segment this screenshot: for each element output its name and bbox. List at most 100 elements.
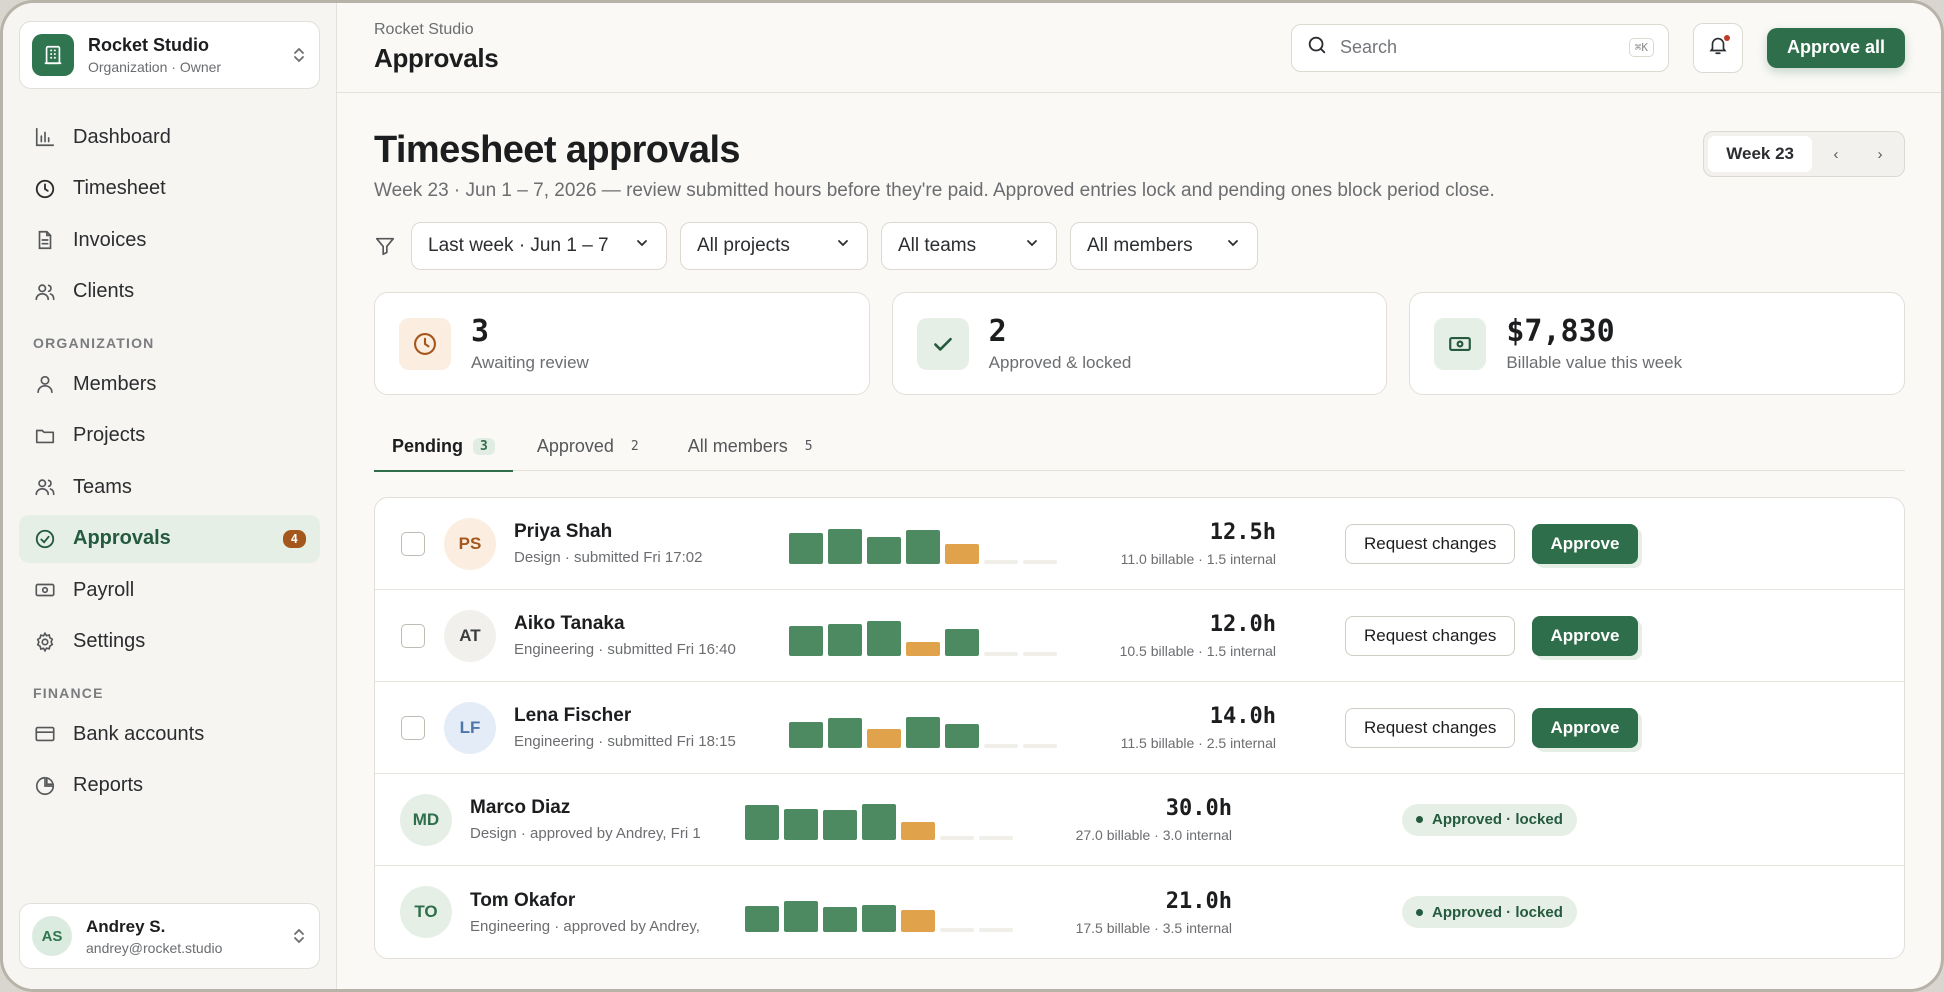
projects-select[interactable]: All projects bbox=[680, 222, 868, 270]
nav-item-dashboard[interactable]: Dashboard bbox=[19, 113, 320, 161]
daily-hours-bars bbox=[789, 616, 1057, 656]
person-name: Tom Okafor bbox=[470, 889, 576, 911]
table-row: TO Tom Okafor Engineering · approved by An… bbox=[375, 866, 1904, 958]
tab-approved[interactable]: Approved 2 bbox=[519, 421, 664, 471]
nav-label: Approvals bbox=[73, 527, 171, 549]
teams-select[interactable]: All teams bbox=[881, 222, 1057, 270]
nav-item-timesheet[interactable]: Timesheet bbox=[19, 165, 320, 213]
notifications-button[interactable] bbox=[1692, 22, 1743, 73]
hours-split: 27.0 billable · 3.0 internal bbox=[1075, 827, 1232, 843]
org-name: Rocket Studio bbox=[88, 35, 210, 55]
request-changes-button[interactable]: Request changes bbox=[1345, 523, 1516, 564]
user-icon bbox=[33, 372, 57, 396]
stat-value: $7,830 bbox=[1506, 314, 1615, 349]
tab-all-members[interactable]: All members 5 bbox=[670, 421, 838, 471]
daily-hours-bars bbox=[745, 800, 1013, 840]
user-switcher[interactable]: AS Andrey S. andrey@rocket.studio bbox=[19, 903, 320, 969]
nav-label: Settings bbox=[73, 630, 146, 652]
approve-all-button[interactable]: Approve all bbox=[1766, 27, 1905, 68]
request-changes-button[interactable]: Request changes bbox=[1345, 707, 1516, 748]
stat-label: Awaiting review bbox=[471, 353, 589, 372]
nav-item-payroll[interactable]: Payroll bbox=[19, 566, 320, 614]
day-bar-internal bbox=[901, 910, 935, 932]
day-bar-billable bbox=[745, 906, 779, 932]
tab-pending[interactable]: Pending 3 bbox=[374, 421, 513, 472]
avatar: AT bbox=[444, 609, 496, 662]
search-box[interactable]: ⌘K bbox=[1290, 23, 1669, 72]
person-meta: Engineering · approved by Andrey, Fr bbox=[470, 917, 700, 935]
table-row: PS Priya Shah Design · submitted Fri 17:02… bbox=[375, 498, 1904, 590]
nav-section-organization: ORGANIZATION bbox=[33, 335, 155, 351]
nav-item-teams[interactable]: Teams bbox=[19, 463, 320, 511]
day-bar-billable bbox=[906, 717, 940, 748]
app-window: Rocket Studio Organization · Owner Dashb… bbox=[0, 0, 1944, 992]
stat-card-awaiting: 3 Awaiting review bbox=[374, 292, 870, 395]
day-bar-empty bbox=[984, 652, 1018, 656]
approve-button[interactable]: Approve bbox=[1532, 523, 1638, 564]
breadcrumb[interactable]: Rocket Studio bbox=[374, 21, 498, 39]
avatar: LF bbox=[444, 701, 496, 754]
day-bar-billable bbox=[867, 537, 901, 564]
day-bar-billable bbox=[945, 629, 979, 656]
tab-label: Pending bbox=[392, 435, 463, 456]
nav-item-clients[interactable]: Clients bbox=[19, 268, 320, 316]
day-bar-internal bbox=[945, 544, 979, 564]
org-switcher[interactable]: Rocket Studio Organization · Owner bbox=[19, 21, 320, 89]
table-row: AT Aiko Tanaka Engineering · submitted Fri… bbox=[375, 590, 1904, 682]
stat-cards: 3 Awaiting review 2 Approved & locked $7… bbox=[374, 292, 1906, 395]
day-bar-billable bbox=[823, 810, 857, 840]
nav-item-reports[interactable]: Reports bbox=[19, 762, 320, 810]
period-select-value: Last week · Jun 1 – 7 bbox=[428, 235, 609, 256]
prev-week-button[interactable]: ‹ bbox=[1816, 136, 1856, 172]
nav-item-projects[interactable]: Projects bbox=[19, 412, 320, 460]
daily-hours-bars bbox=[745, 892, 1013, 932]
chevron-down-icon bbox=[835, 235, 851, 257]
chevron-down-icon bbox=[634, 235, 650, 257]
tab-count: 5 bbox=[804, 438, 813, 454]
day-bar-internal bbox=[906, 642, 940, 656]
search-input[interactable] bbox=[1339, 37, 1617, 58]
nav-label: Payroll bbox=[73, 578, 135, 601]
status-dot bbox=[1416, 816, 1423, 823]
filter-icon bbox=[374, 235, 398, 257]
nav-label: Reports bbox=[73, 774, 144, 796]
stat-label: Billable value this week bbox=[1506, 353, 1683, 372]
topbar: Rocket Studio Approvals ⌘K Approve all bbox=[337, 3, 1941, 93]
check-circle-icon bbox=[33, 527, 57, 551]
hours-split: 11.5 billable · 2.5 internal bbox=[1120, 735, 1276, 751]
day-bar-empty bbox=[1023, 744, 1057, 748]
week-label[interactable]: Week 23 bbox=[1708, 136, 1812, 172]
nav-label: Dashboard bbox=[73, 125, 171, 148]
person-info: Aiko Tanaka Engineering · submitted Fri 1… bbox=[514, 613, 736, 658]
approve-button[interactable]: Approve bbox=[1532, 707, 1638, 748]
stat-card-approved: 2 Approved & locked bbox=[891, 292, 1388, 395]
person-info: Tom Okafor Engineering · approved by Andr… bbox=[470, 890, 700, 935]
row-checkbox[interactable] bbox=[401, 531, 425, 556]
day-bar-empty bbox=[1023, 652, 1057, 656]
teams-select-value: All teams bbox=[898, 235, 977, 256]
nav-label: Clients bbox=[73, 280, 135, 302]
nav-item-settings[interactable]: Settings bbox=[19, 618, 320, 666]
gear-icon bbox=[33, 630, 57, 654]
approve-button[interactable]: Approve bbox=[1532, 615, 1638, 656]
nav-item-approvals[interactable]: Approvals 4 bbox=[19, 514, 320, 563]
row-checkbox[interactable] bbox=[401, 623, 425, 648]
nav-item-invoices[interactable]: Invoices bbox=[19, 216, 320, 264]
hours-total: 12.5h bbox=[1209, 520, 1276, 545]
request-changes-button[interactable]: Request changes bbox=[1345, 615, 1516, 656]
tab-label: All members bbox=[687, 435, 788, 456]
nav-item-bank-accounts[interactable]: Bank accounts bbox=[19, 710, 320, 758]
hours-summary: 12.5h 11.0 billable · 1.5 internal bbox=[1121, 520, 1276, 567]
nav-item-members[interactable]: Members bbox=[19, 360, 320, 408]
row-checkbox[interactable] bbox=[401, 715, 425, 740]
hours-split: 10.5 billable · 1.5 internal bbox=[1119, 643, 1276, 659]
period-select[interactable]: Last week · Jun 1 – 7 bbox=[411, 222, 667, 270]
tab-bar: Pending 3 Approved 2 All members 5 bbox=[374, 421, 1905, 472]
nav-label: Invoices bbox=[73, 228, 147, 251]
bar-chart-icon bbox=[33, 125, 57, 149]
day-bar-empty bbox=[984, 560, 1018, 564]
members-select[interactable]: All members bbox=[1070, 222, 1258, 270]
user-email: andrey@rocket.studio bbox=[86, 939, 223, 956]
day-bar-billable bbox=[945, 724, 979, 748]
next-week-button[interactable]: › bbox=[1860, 136, 1900, 172]
